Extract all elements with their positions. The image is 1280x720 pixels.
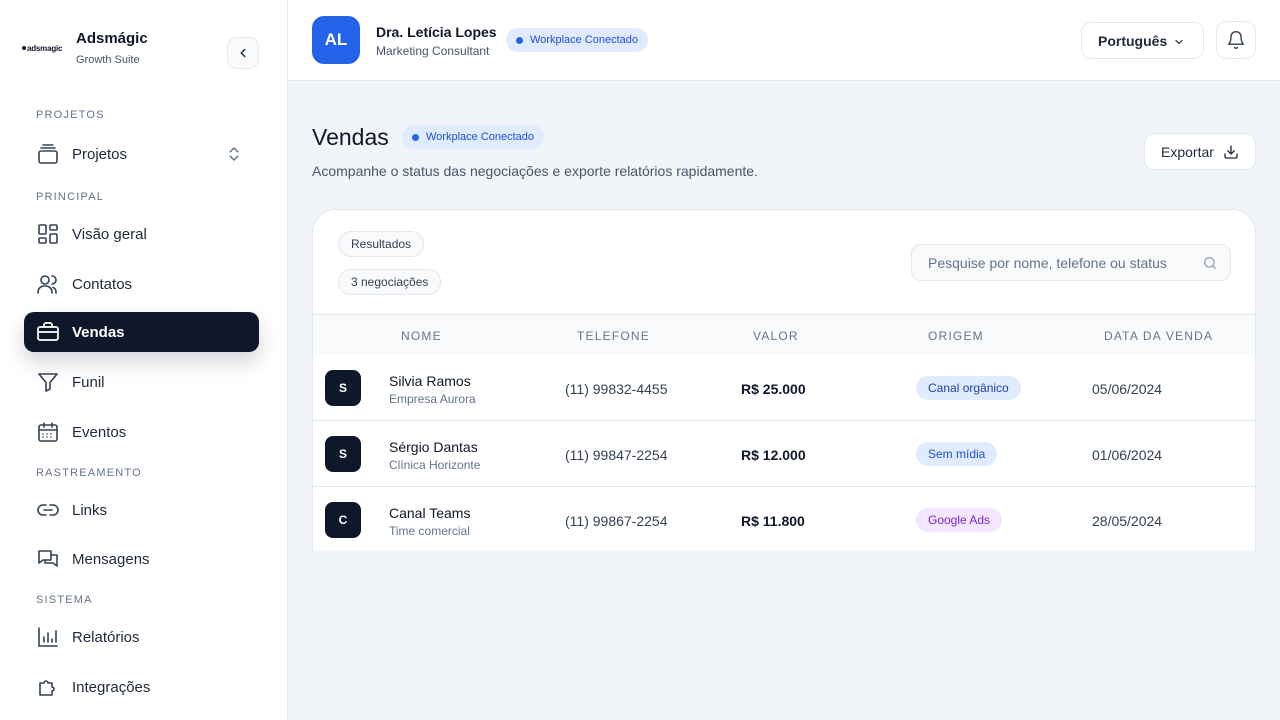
sidebar-item-visao-geral[interactable]: Visão geral: [24, 214, 259, 254]
section-label-projetos: PROJETOS: [36, 109, 105, 121]
sidebar-item-vendas[interactable]: Vendas: [24, 312, 259, 352]
export-label: Exportar: [1161, 143, 1214, 160]
language-value: Português: [1098, 32, 1168, 49]
sidebar-item-label: Integrações: [72, 678, 151, 696]
sidebar-item-label: Relatórios: [72, 628, 140, 646]
contact-phone: (11) 99832-4455: [565, 381, 668, 397]
column-header-data-da-venda[interactable]: DATA DA VENDA: [1104, 329, 1213, 343]
sidebar-item-projetos[interactable]: Projetos: [24, 134, 259, 174]
table-row[interactable]: S Silvia Ramos Empresa Aurora (11) 99832…: [313, 355, 1255, 421]
sale-value: R$ 12.000: [741, 447, 806, 463]
notifications-button[interactable]: [1216, 21, 1256, 59]
table-row[interactable]: S Sérgio Dantas Clínica Horizonte (11) 9…: [313, 421, 1255, 487]
page-description: Acompanhe o status das negociações e exp…: [312, 163, 758, 179]
sidebar-item-eventos[interactable]: Eventos: [24, 412, 259, 452]
deal-count-pill: 3 negociações: [338, 269, 442, 295]
column-header-valor[interactable]: VALOR: [753, 329, 799, 343]
sale-value: R$ 11.800: [741, 513, 805, 529]
avatar: S: [325, 436, 361, 472]
sidebar-item-label: Vendas: [72, 323, 125, 341]
sale-date: 01/06/2024: [1092, 447, 1163, 463]
sale-date: 05/06/2024: [1092, 381, 1163, 397]
page-status-label: Workplace Conectado: [426, 131, 535, 143]
export-button[interactable]: Exportar: [1144, 133, 1256, 170]
section-label-principal: PRINCIPAL: [36, 191, 105, 203]
sidebar-item-label: Eventos: [72, 423, 127, 441]
contact-company: Empresa Aurora: [389, 392, 476, 406]
sidebar: adsmagic Adsmágic Growth Suite PROJETOS …: [0, 0, 288, 720]
layers-icon: [36, 142, 60, 166]
origin-badge: Google Ads: [916, 508, 1003, 532]
collapse-sidebar-button[interactable]: [227, 37, 259, 69]
sale-date: 28/05/2024: [1092, 513, 1163, 529]
messages-icon: [36, 547, 60, 571]
avatar[interactable]: AL: [312, 16, 360, 64]
workspace-status-badge: Workplace Conectado: [506, 28, 649, 52]
sidebar-item-label: Links: [72, 501, 108, 519]
sidebar-item-label: Visão geral: [72, 225, 147, 243]
sidebar-item-contatos[interactable]: Contatos: [24, 264, 259, 304]
dashboard-icon: [36, 222, 60, 246]
results-pill: Resultados: [338, 231, 425, 257]
users-icon: [36, 272, 60, 296]
link-icon: [36, 498, 60, 522]
column-header-telefone[interactable]: TELEFONE: [577, 329, 650, 343]
table-header: NOME TELEFONE VALOR ORIGEM DATA DA VENDA: [313, 314, 1255, 354]
status-dot-icon: [412, 133, 419, 141]
search-input[interactable]: [912, 245, 1192, 280]
contact-name[interactable]: Canal Teams: [389, 505, 470, 521]
brand-name: Adsmágic: [76, 30, 148, 47]
sidebar-item-label: Funil: [72, 373, 105, 391]
search-icon[interactable]: [1202, 255, 1218, 276]
bar-chart-icon: [36, 625, 60, 649]
filter-icon: [36, 370, 60, 394]
column-header-nome[interactable]: NOME: [401, 329, 442, 343]
contact-phone: (11) 99847-2254: [565, 447, 668, 463]
page-title: Vendas: [312, 124, 389, 150]
status-dot-icon: [516, 36, 523, 44]
origin-badge: Sem mídia: [916, 442, 998, 466]
chevron-up-down-icon: [225, 144, 243, 169]
brand-logo: adsmagic: [22, 38, 64, 58]
workspace-status-label: Workplace Conectado: [530, 34, 639, 46]
section-label-sistema: SISTEMA: [36, 594, 93, 606]
download-icon: [1223, 144, 1239, 163]
chevron-left-icon: [240, 48, 246, 58]
origin-badge: Canal orgânico: [916, 376, 1021, 400]
brand-subtitle: Growth Suite: [76, 54, 140, 66]
brand[interactable]: adsmagic Adsmágic Growth Suite: [22, 30, 148, 66]
sidebar-item-label: Projetos: [72, 145, 128, 163]
sidebar-item-funil[interactable]: Funil: [24, 362, 259, 402]
chevron-down-icon: [1173, 35, 1185, 51]
contact-company: Time comercial: [389, 524, 470, 538]
sidebar-item-label: Contatos: [72, 275, 133, 293]
sales-card: Resultados 3 negociações NOME TELEFONE V…: [312, 209, 1256, 551]
table-row[interactable]: C Canal Teams Time comercial (11) 99867-…: [313, 487, 1255, 551]
contact-name[interactable]: Sérgio Dantas: [389, 439, 478, 455]
avatar: C: [325, 502, 361, 538]
bell-icon: [1227, 31, 1245, 50]
user-role: Marketing Consultant: [376, 44, 490, 58]
sidebar-item-relatorios[interactable]: Relatórios: [24, 617, 259, 657]
avatar: S: [325, 370, 361, 406]
contact-name[interactable]: Silvia Ramos: [389, 373, 471, 389]
column-header-origem[interactable]: ORIGEM: [928, 329, 984, 343]
top-bar: AL Dra. Letícia Lopes Marketing Consulta…: [288, 0, 1280, 81]
sale-value: R$ 25.000: [741, 381, 806, 397]
contact-phone: (11) 99867-2254: [565, 513, 668, 529]
sidebar-item-links[interactable]: Links: [24, 490, 259, 530]
sidebar-item-label: Mensagens: [72, 550, 150, 568]
contact-company: Clínica Horizonte: [389, 458, 481, 472]
section-label-rastreamento: RASTREAMENTO: [36, 467, 142, 479]
page-status-badge: Workplace Conectado: [402, 125, 545, 149]
puzzle-icon: [36, 675, 60, 699]
language-select[interactable]: Português: [1081, 22, 1204, 59]
search-box: [911, 244, 1231, 281]
sidebar-item-mensagens[interactable]: Mensagens: [24, 539, 259, 579]
calendar-icon: [36, 420, 60, 444]
sidebar-item-integracoes[interactable]: Integrações: [24, 667, 259, 707]
briefcase-icon: [36, 320, 60, 344]
user-name: Dra. Letícia Lopes: [376, 24, 497, 40]
